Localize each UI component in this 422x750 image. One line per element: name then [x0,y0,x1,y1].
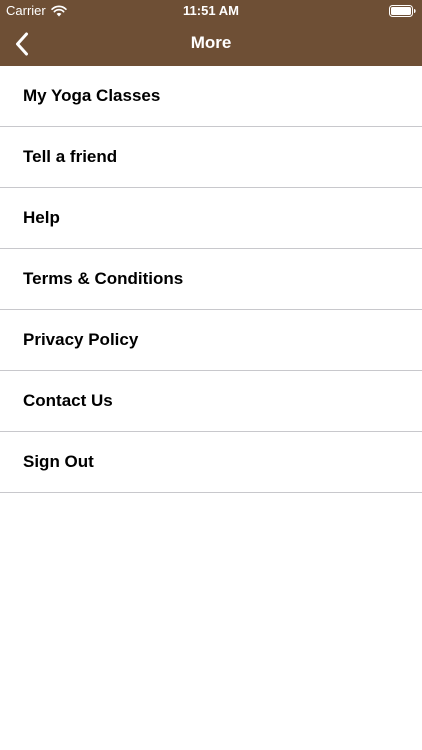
menu-item-label: Tell a friend [23,147,118,166]
menu-item-label: Contact Us [23,391,113,410]
menu-item-contact-us[interactable]: Contact Us [0,371,422,432]
menu-item-label: Privacy Policy [23,330,139,349]
header: Carrier 11:51 AM More [0,0,422,66]
menu-item-my-yoga-classes[interactable]: My Yoga Classes [0,66,422,127]
menu-item-privacy-policy[interactable]: Privacy Policy [0,310,422,371]
menu-item-terms-and-conditions[interactable]: Terms & Conditions [0,249,422,310]
menu-item-tell-a-friend[interactable]: Tell a friend [0,127,422,188]
menu-item-label: My Yoga Classes [23,86,161,105]
menu-item-label: Sign Out [23,452,94,471]
menu-item-help[interactable]: Help [0,188,422,249]
menu-item-label: Help [23,208,60,227]
menu-item-label: Terms & Conditions [23,269,184,288]
battery-icon [389,5,416,17]
navigation-bar: More [0,22,422,66]
page-title: More [190,33,232,52]
menu-item-sign-out[interactable]: Sign Out [0,432,422,493]
more-screen: Carrier 11:51 AM More My Yoga Classes Te… [0,0,422,750]
more-menu-list: My Yoga Classes Tell a friend Help Terms… [0,66,422,493]
status-time: 11:51 AM [183,3,239,18]
status-bar: Carrier 11:51 AM [0,0,422,22]
